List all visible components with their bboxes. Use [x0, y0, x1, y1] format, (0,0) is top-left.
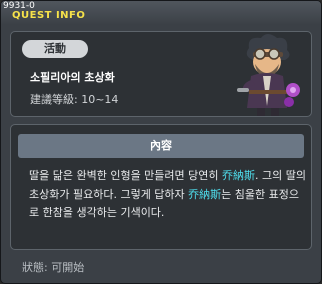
title-bar[interactable]: 9931-0 QUEST INFO	[1, 1, 321, 25]
quest-name: 소필리아의 초상화	[30, 71, 115, 84]
npc-portrait-icon	[227, 32, 309, 118]
quest-status: 狀態: 可開始	[22, 261, 85, 274]
npc-name-link: 乔納斯	[188, 187, 222, 201]
detail-header: 內容	[18, 134, 304, 158]
quest-info-window: 9931-0 QUEST INFO 活動 소필리아의 초상화 建議等級: 10~…	[0, 0, 322, 284]
npc-name-link: 乔納斯	[222, 169, 256, 182]
quest-description: 딸을 닮은 완벽한 인형을 만들려면 당연히 乔納斯. 그의 딸의 초상화가 필…	[29, 167, 309, 223]
quest-detail-panel: 內容 딸을 닮은 완벽한 인형을 만들려면 당연히 乔納斯. 그의 딸의 초상화…	[10, 124, 312, 250]
window-title: QUEST INFO	[12, 10, 86, 21]
level-range: 建議等級: 10~14	[30, 93, 119, 106]
npc-portrait-svg	[237, 34, 300, 116]
category-badge: 活動	[22, 40, 88, 58]
quest-summary-panel: 活動 소필리아의 초상화 建議等級: 10~14	[10, 31, 312, 117]
description-text-1: 딸을 닮은 완벽한 인형을 만들려면 당연히	[29, 169, 223, 182]
